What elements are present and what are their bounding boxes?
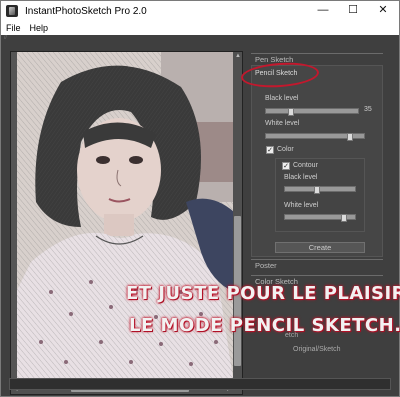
contour-black-level-label: Black level <box>284 174 318 181</box>
close-icon: ✕ <box>378 4 388 16</box>
black-level-value: 35 <box>364 106 372 113</box>
contour-group: ✓ Contour Black level White level <box>275 158 365 232</box>
white-level-label: White level <box>265 120 300 127</box>
contour-white-level-slider[interactable] <box>284 214 356 222</box>
slider-handle[interactable] <box>288 108 294 116</box>
color-checkbox[interactable]: ✓ <box>266 146 274 154</box>
maximize-button[interactable]: ☐ <box>338 1 368 21</box>
black-level-label: Black level <box>265 95 299 102</box>
check-icon: ✓ <box>283 163 289 170</box>
slider-handle[interactable] <box>341 214 347 222</box>
settings-panel: Pen Sketch Pencil Sketch Black level 35 … <box>240 53 383 393</box>
contour-label: Contour <box>293 162 318 169</box>
window-title: InstantPhotoSketch Pro 2.0 <box>25 5 147 17</box>
overlay-caption-line1: ET JUSTE POUR LE PLAISIR, <box>126 283 400 304</box>
slider-handle[interactable] <box>314 186 320 194</box>
black-level-slider[interactable] <box>265 108 359 116</box>
menu-help[interactable]: Help <box>30 23 49 33</box>
close-button[interactable]: ✕ <box>368 1 398 21</box>
original-sketch-label[interactable]: Original/Sketch <box>293 346 340 353</box>
app-icon <box>6 5 18 17</box>
maximize-icon: ☐ <box>348 4 358 16</box>
create-button[interactable]: Create <box>275 242 365 253</box>
white-level-slider[interactable] <box>265 133 365 141</box>
image-viewport[interactable]: ▲ ▼ ◀ ▶ <box>10 51 243 395</box>
app-window: InstantPhotoSketch Pro 2.0 — ☐ ✕ File He… <box>0 0 400 397</box>
minimize-button[interactable]: — <box>308 1 338 21</box>
color-label: Color <box>277 146 294 153</box>
bottom-bar <box>9 378 391 390</box>
pencil-sketch-group: Pencil Sketch Black level 35 White level… <box>251 65 383 257</box>
minimize-icon: — <box>317 4 329 16</box>
scroll-up-icon[interactable]: ▲ <box>235 52 241 60</box>
toolbar-grip[interactable]: // <box>4 36 14 41</box>
menu-bar: File Help <box>1 21 399 35</box>
menu-file[interactable]: File <box>6 23 21 33</box>
title-bar[interactable]: InstantPhotoSketch Pro 2.0 — ☐ ✕ <box>1 1 399 21</box>
overlay-caption-line2: LE MODE PENCIL SKETCH. <box>129 315 400 336</box>
check-icon: ✓ <box>267 147 273 154</box>
contour-white-level-label: White level <box>284 202 319 209</box>
contour-black-level-slider[interactable] <box>284 186 356 194</box>
section-poster[interactable]: Poster <box>251 259 383 270</box>
section-pen-sketch[interactable]: Pen Sketch <box>251 53 383 64</box>
main-area: // ▲ Pen Sketch Pencil Sketch Black leve… <box>1 35 400 396</box>
contour-checkbox[interactable]: ✓ <box>282 162 290 170</box>
slider-handle[interactable] <box>347 133 353 141</box>
